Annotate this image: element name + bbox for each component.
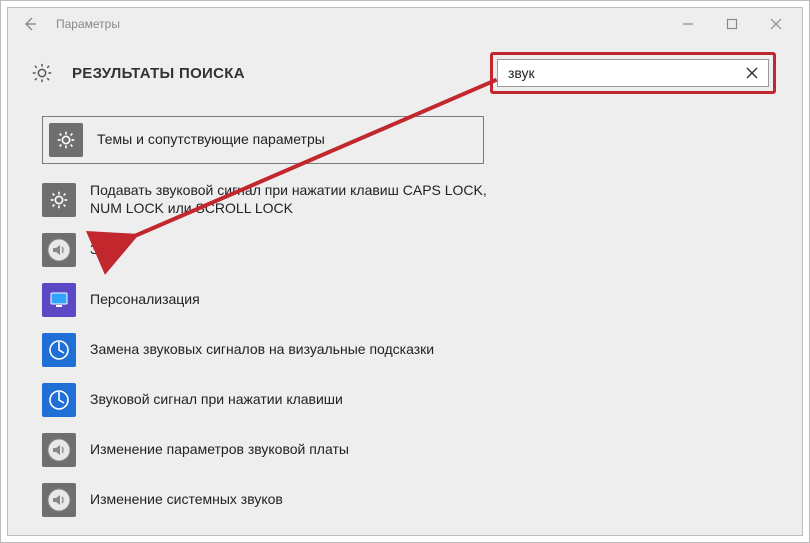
result-visual-cues[interactable]: Замена звуковых сигналов на визуальные п…	[42, 333, 502, 367]
result-label: Подавать звуковой сигнал при нажатии кла…	[90, 182, 502, 217]
search-box[interactable]	[497, 59, 769, 87]
speaker-icon	[42, 233, 76, 267]
result-sound[interactable]: Звук	[42, 233, 502, 267]
result-label: Замена звуковых сигналов на визуальные п…	[90, 341, 434, 359]
access-icon	[42, 333, 76, 367]
result-key-sound[interactable]: Звуковой сигнал при нажатии клавиши	[42, 383, 502, 417]
minimize-button[interactable]	[666, 10, 710, 38]
result-soundcard-params[interactable]: Изменение параметров звуковой платы	[42, 433, 502, 467]
maximize-button[interactable]	[710, 10, 754, 38]
close-button[interactable]	[754, 10, 798, 38]
result-label: Звук	[90, 241, 119, 259]
window-title: Параметры	[56, 17, 120, 31]
settings-window: Параметры РЕЗУЛЬТ	[7, 7, 803, 536]
result-label: Звуковой сигнал при нажатии клавиши	[90, 391, 343, 409]
result-themes[interactable]: Темы и сопутствующие параметры	[42, 116, 484, 164]
gear-icon	[30, 61, 54, 85]
gear-icon	[49, 123, 83, 157]
results-list: Темы и сопутствующие параметры Подавать …	[8, 100, 802, 536]
monitor-icon	[42, 283, 76, 317]
speaker-icon	[42, 433, 76, 467]
result-caps-lock-beep[interactable]: Подавать звуковой сигнал при нажатии кла…	[42, 182, 502, 217]
page-header: РЕЗУЛЬТАТЫ ПОИСКА	[8, 40, 802, 100]
clear-search-button[interactable]	[742, 63, 762, 83]
back-button[interactable]	[16, 10, 44, 38]
gear-icon	[42, 183, 76, 217]
result-label: Изменение системных звуков	[90, 491, 283, 509]
result-label: Персонализация	[90, 291, 200, 309]
search-input[interactable]	[506, 64, 742, 82]
access-icon	[42, 383, 76, 417]
outer-frame: Параметры РЕЗУЛЬТ	[0, 0, 810, 543]
speaker-icon	[42, 483, 76, 517]
result-label: Темы и сопутствующие параметры	[97, 131, 325, 149]
search-highlight	[490, 52, 776, 94]
result-label: Изменение параметров звуковой платы	[90, 441, 349, 459]
titlebar: Параметры	[8, 8, 802, 40]
result-system-sounds[interactable]: Изменение системных звуков	[42, 483, 502, 517]
page-title: РЕЗУЛЬТАТЫ ПОИСКА	[72, 65, 245, 82]
result-personalization[interactable]: Персонализация	[42, 283, 502, 317]
